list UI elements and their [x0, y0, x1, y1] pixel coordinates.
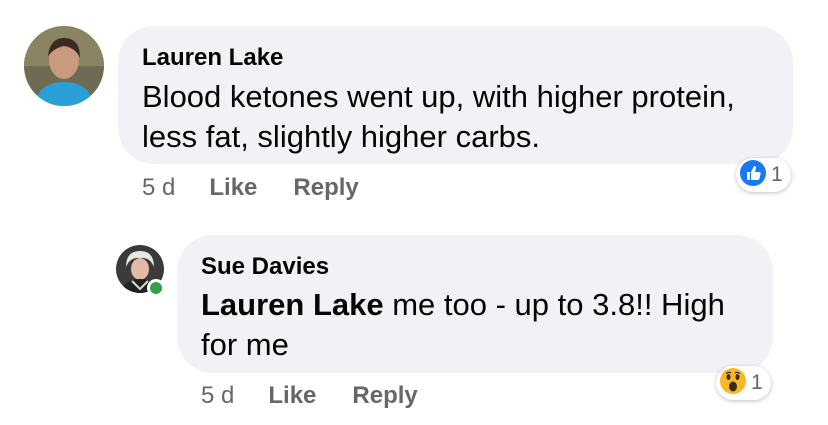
reaction-summary[interactable]: 1 — [736, 158, 791, 192]
comment-thread: Lauren Lake Blood ketones went up, with … — [0, 0, 828, 425]
avatar-lauren-lake[interactable] — [24, 26, 104, 106]
reaction-summary[interactable]: 1 — [716, 366, 771, 400]
comment-author[interactable]: Lauren Lake — [142, 44, 283, 72]
like-button[interactable]: Like — [209, 174, 257, 202]
comment-actions: 5 d Like Reply — [142, 174, 395, 202]
like-button[interactable]: Like — [268, 382, 316, 410]
wow-icon — [719, 367, 747, 400]
comment-timestamp[interactable]: 5 d — [142, 174, 175, 202]
reply-button[interactable]: Reply — [352, 382, 417, 410]
mention-link[interactable]: Lauren Lake — [201, 287, 384, 322]
like-icon — [739, 159, 767, 192]
online-status-indicator — [147, 279, 165, 297]
reply-author[interactable]: Sue Davies — [201, 253, 329, 281]
reply-text: Lauren Lake me too - up to 3.8!! High fo… — [201, 285, 761, 365]
reaction-count: 1 — [771, 163, 783, 186]
reaction-count: 1 — [751, 371, 763, 394]
reply-actions: 5 d Like Reply — [201, 382, 454, 410]
reply-timestamp[interactable]: 5 d — [201, 382, 234, 410]
reply-button[interactable]: Reply — [293, 174, 358, 202]
comment-text: Blood ketones went up, with higher prote… — [142, 79, 735, 154]
